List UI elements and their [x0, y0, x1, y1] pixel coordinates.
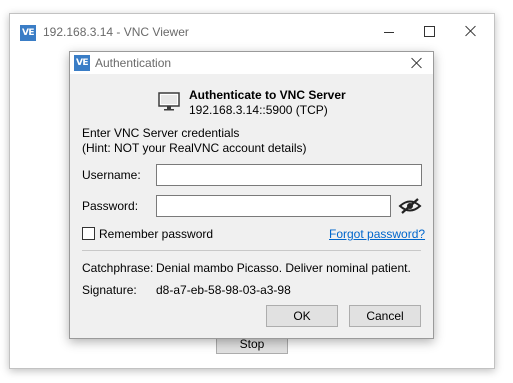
remember-password-checkbox[interactable] — [82, 227, 95, 240]
signature-value: d8-a7-eb-58-98-03-a3-98 — [156, 283, 291, 297]
close-button[interactable] — [456, 18, 486, 44]
vnc-logo-icon: VE — [74, 55, 90, 71]
catchphrase-value: Denial mambo Picasso. Deliver nominal pa… — [156, 261, 411, 275]
forgot-password-link[interactable]: Forgot password? — [329, 227, 425, 241]
close-icon — [465, 25, 477, 37]
instructions-line-1: Enter VNC Server credentials — [82, 126, 240, 140]
close-icon — [411, 57, 423, 69]
window-titlebar[interactable]: VE 192.168.3.14 - VNC Viewer — [10, 14, 494, 48]
cancel-button[interactable]: Cancel — [349, 305, 421, 327]
maximize-button[interactable] — [414, 18, 444, 44]
minimize-button[interactable] — [374, 18, 404, 44]
minimize-icon — [384, 32, 394, 33]
remember-password-label[interactable]: Remember password — [99, 227, 213, 241]
username-label: Username: — [82, 168, 141, 182]
authentication-dialog: VE Authentication Authenticate to VNC Se… — [69, 51, 434, 339]
maximize-icon — [424, 26, 435, 37]
signature-label: Signature: — [82, 283, 137, 297]
dialog-titlebar[interactable]: VE Authentication — [70, 52, 433, 74]
username-field[interactable] — [156, 164, 422, 186]
ok-button[interactable]: OK — [266, 305, 338, 327]
monitor-icon — [158, 92, 180, 111]
eye-slash-icon[interactable] — [398, 198, 422, 214]
divider — [82, 250, 421, 251]
header-title: Authenticate to VNC Server — [189, 88, 346, 102]
window-title: 192.168.3.14 - VNC Viewer — [43, 25, 189, 39]
dialog-title: Authentication — [95, 56, 172, 70]
vnc-logo-icon: VE — [20, 25, 36, 41]
password-field[interactable] — [156, 195, 391, 217]
instructions-line-2: (Hint: NOT your RealVNC account details) — [82, 141, 307, 155]
dialog-close-button[interactable] — [406, 54, 428, 72]
server-address: 192.168.3.14::5900 (TCP) — [189, 103, 328, 117]
password-label: Password: — [82, 199, 139, 213]
catchphrase-label: Catchphrase: — [82, 261, 154, 275]
